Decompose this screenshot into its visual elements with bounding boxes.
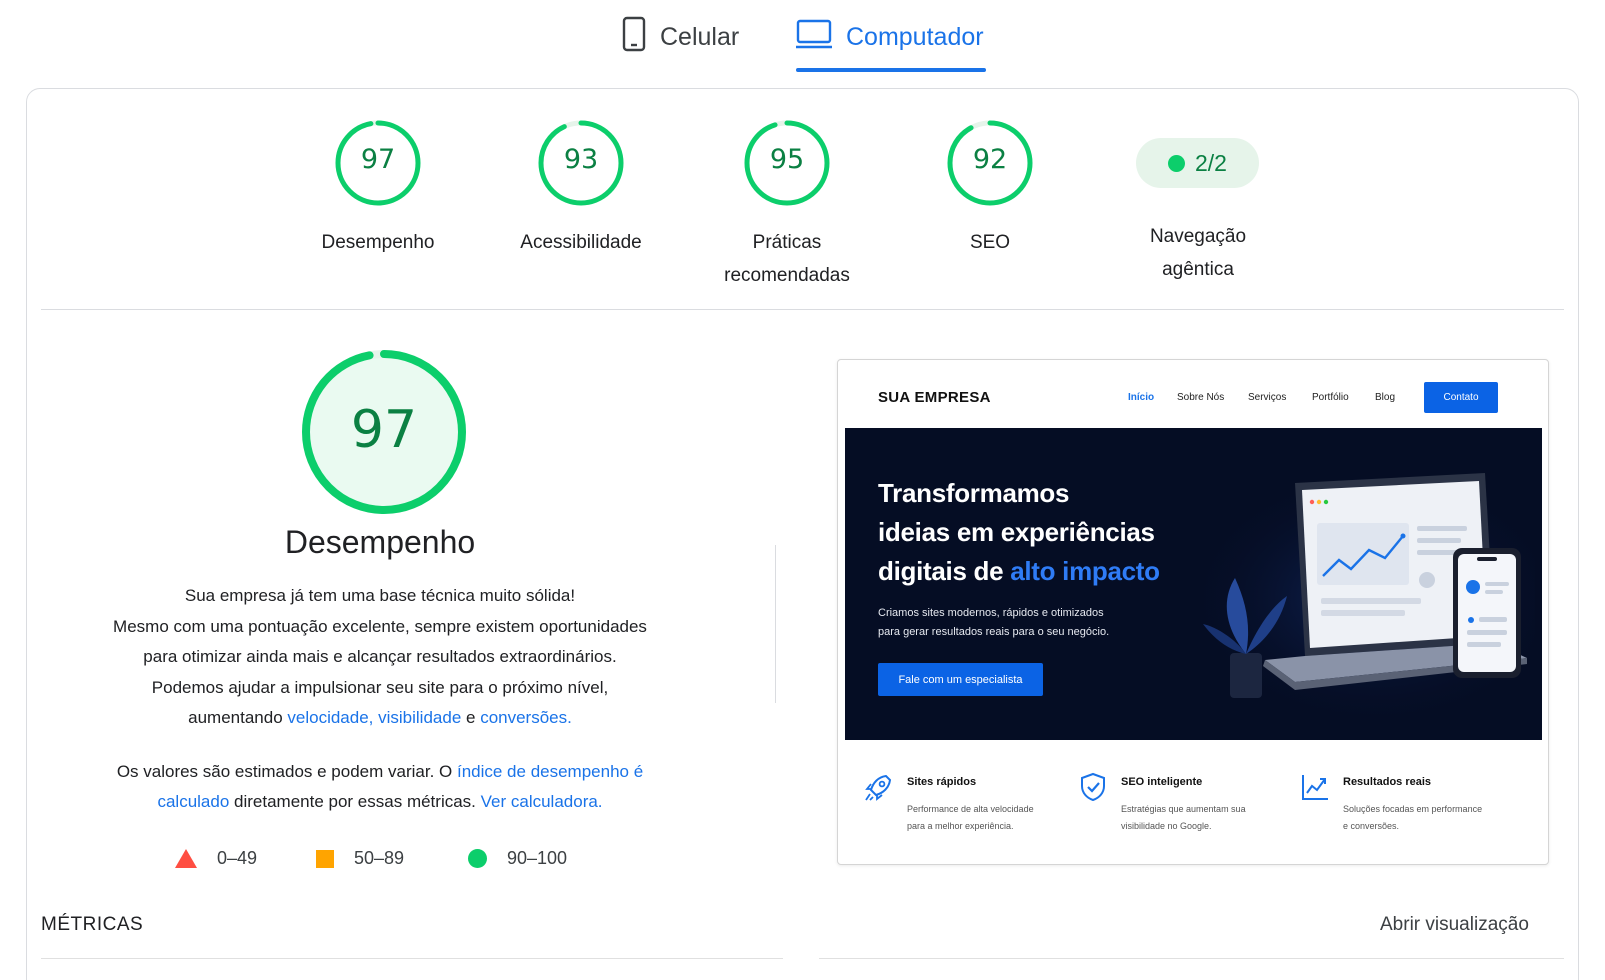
gauge-score: 92: [972, 144, 1008, 175]
gauge-performance[interactable]: 97 Desempenho: [288, 118, 468, 259]
tab-desktop[interactable]: Computador: [796, 12, 984, 62]
legend-pass-label: 90–100: [507, 848, 568, 868]
shield-check-icon: [1081, 772, 1105, 802]
phone-icon: [622, 16, 646, 59]
feature-desc-line: Estratégias que aumentam sua: [1121, 804, 1246, 814]
desc-text: aumentando: [188, 708, 288, 727]
legend-average-label: 50–89: [354, 848, 405, 868]
feature-title: Resultados reais: [1343, 776, 1432, 788]
feature-desc-line: Soluções focadas em performance: [1343, 804, 1483, 814]
tab-desktop-label: Computador: [846, 22, 984, 51]
gauge-label-line1: Práticas: [752, 232, 822, 253]
desc-text: e: [461, 708, 481, 727]
rocket-icon: [865, 774, 892, 801]
preview-contact-button: Contato: [1424, 382, 1498, 413]
metrics-divider: [41, 958, 783, 959]
agentic-label-line2: agêntica: [1162, 259, 1234, 280]
agentic-value: 2/2: [1195, 149, 1227, 176]
vertical-divider: [775, 545, 776, 703]
preview-menu-portfolio: Portfólio: [1312, 392, 1349, 403]
feature-title: SEO inteligente: [1121, 776, 1203, 788]
feature-desc-line: para a melhor experiência.: [907, 821, 1014, 831]
link-conversoes[interactable]: conversões.: [480, 708, 572, 727]
preview-menu-servicos: Serviços: [1248, 392, 1287, 403]
metrics-heading: MÉTRICAS: [41, 914, 144, 935]
gauge-seo[interactable]: 92 SEO: [900, 118, 1080, 259]
active-tab-indicator: [796, 68, 986, 72]
metrics-divider: [819, 958, 1564, 959]
feature-description: Soluções focadas em performance e conver…: [1343, 801, 1503, 835]
preview-cta-button: Fale com um especialista: [878, 663, 1043, 696]
preview-navbar: SUA EMPRESA Início Sobre Nós Serviços Po…: [838, 360, 1548, 428]
link-calculator[interactable]: Ver calculadora.: [481, 792, 603, 811]
gauge-score: 93: [563, 144, 599, 175]
desc-line: Sua empresa já tem uma base técnica muit…: [184, 586, 576, 605]
tab-mobile[interactable]: Celular: [622, 12, 739, 62]
agentic-label-line1: Navegação: [1149, 226, 1247, 247]
legend-fail-label: 0–49: [217, 848, 258, 868]
headline-line: digitais de: [878, 556, 1011, 586]
feature-desc-line: Performance de alta velocidade: [907, 804, 1034, 814]
performance-score: 97: [350, 400, 418, 460]
gauge-label: SEO: [969, 232, 1011, 253]
performance-description: Sua empresa já tem uma base técnica muit…: [80, 581, 680, 734]
legend-pass: 90–100: [468, 848, 567, 869]
chart-up-icon: [1302, 775, 1328, 800]
circle-icon: [468, 849, 487, 868]
preview-menu-sobre: Sobre Nós: [1177, 392, 1225, 403]
desc-line: para otimizar ainda mais e alcançar resu…: [143, 647, 617, 666]
preview-hero: Transformamos ideias em experiências dig…: [845, 428, 1542, 740]
tab-mobile-label: Celular: [660, 22, 740, 51]
page-screenshot-preview[interactable]: SUA EMPRESA Início Sobre Nós Serviços Po…: [837, 359, 1549, 865]
square-icon: [316, 849, 334, 868]
open-view-button[interactable]: Abrir visualização: [1380, 914, 1529, 936]
agentic-navigation-badge[interactable]: 2/2: [1136, 138, 1259, 188]
estimate-text: Os valores são estimados e podem variar.…: [116, 762, 457, 781]
feature-description: Performance de alta velocidade para a me…: [907, 801, 1067, 835]
section-divider: [41, 309, 1564, 310]
headline-line: Transformamos: [878, 478, 1070, 508]
gauge-label: Desempenho: [321, 232, 435, 253]
preview-subtext: Criamos sites modernos, rápidos e otimiz…: [878, 604, 1198, 642]
preview-brand: SUA EMPRESA: [878, 389, 991, 406]
feature-title: Sites rápidos: [907, 776, 977, 788]
subtext-line: Criamos sites modernos, rápidos e otimiz…: [878, 607, 1104, 619]
preview-menu-blog: Blog: [1375, 392, 1396, 403]
preview-menu-inicio: Início: [1128, 392, 1155, 403]
legend-fail: 0–49: [175, 848, 257, 869]
headline-highlight: alto impacto: [1010, 556, 1160, 586]
feature-desc-line: visibilidade no Google.: [1121, 821, 1212, 831]
desc-line: Mesmo com uma pontuação excelente, sempr…: [113, 616, 647, 636]
legend-average: 50–89: [316, 848, 404, 869]
gauge-score: 97: [360, 144, 396, 175]
desktop-icon: [796, 19, 832, 56]
gauge-label: Práticas recomendadas: [697, 226, 877, 292]
feature-desc-line: e conversões.: [1343, 821, 1400, 831]
triangle-icon: [175, 849, 197, 868]
feature-description: Estratégias que aumentam sua visibilidad…: [1121, 801, 1281, 835]
gauge-label: Acessibilidade: [520, 232, 642, 253]
laptop-phone-illustration: [1185, 468, 1535, 728]
gauge-score: 95: [769, 144, 805, 175]
link-velocidade-visibilidade[interactable]: velocidade, visibilidade: [287, 708, 461, 727]
gauge-accessibility[interactable]: 93 Acessibilidade: [491, 118, 671, 259]
score-legend: 0–49 50–89 90–100: [0, 848, 760, 872]
performance-title: Desempenho: [284, 524, 476, 560]
plant-pot-icon: [1230, 653, 1262, 698]
pass-dot-icon: [1168, 154, 1185, 172]
gauge-best-practices[interactable]: 95 Práticas recomendadas: [697, 118, 877, 292]
subtext-line: para gerar resultados reais para o seu n…: [878, 626, 1110, 638]
desc-line: Podemos ajudar a impulsionar seu site pa…: [151, 677, 609, 697]
agentic-label: Navegação agêntica: [1110, 220, 1286, 286]
performance-gauge-large: 97: [300, 348, 468, 516]
gauge-label-line2: recomendadas: [724, 265, 850, 286]
device-tabs: Celular Computador: [0, 0, 1605, 75]
headline-line: ideias em experiências: [878, 517, 1155, 547]
estimate-text: diretamente por essas métricas.: [229, 792, 481, 811]
estimate-note: Os valores são estimados e podem variar.…: [80, 757, 680, 817]
